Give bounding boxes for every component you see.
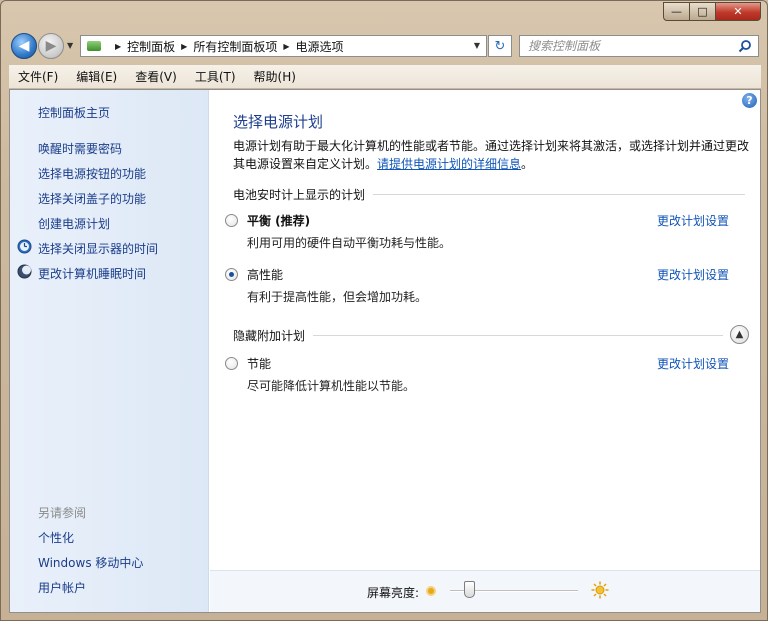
- help-icon[interactable]: ?: [742, 93, 757, 108]
- control-panel-icon: [85, 38, 103, 54]
- address-bar[interactable]: ▶ 控制面板 ▶ 所有控制面板项 ▶ 电源选项 ▼: [80, 35, 487, 57]
- sidebar-lid-close-function[interactable]: 选择关闭盖子的功能: [38, 190, 146, 207]
- plan-name[interactable]: 节能: [247, 355, 415, 372]
- change-plan-settings-link-high-performance[interactable]: 更改计划设置: [657, 266, 729, 283]
- section-hidden-title: 隐藏附加计划: [233, 329, 306, 343]
- close-button[interactable]: ✕: [716, 2, 761, 21]
- address-dropdown-icon[interactable]: ▼: [474, 41, 480, 50]
- menu-tools[interactable]: 工具(T): [186, 68, 245, 85]
- breadcrumb-chevron-icon[interactable]: ▶: [283, 42, 289, 51]
- see-also-heading: 另请参阅: [38, 506, 87, 520]
- minimize-button[interactable]: —: [663, 2, 690, 21]
- display-clock-icon: [17, 239, 32, 254]
- plan-high-performance[interactable]: 高性能 有利于提高性能，但会增加功耗。: [225, 266, 428, 305]
- plan-radio-power-saver[interactable]: [225, 357, 238, 370]
- menu-view[interactable]: 查看(V): [126, 68, 186, 85]
- recent-pages-dropdown-icon[interactable]: ▼: [67, 41, 73, 50]
- menu-file[interactable]: 文件(F): [9, 68, 67, 85]
- refresh-icon: ↻: [494, 38, 506, 54]
- brightness-slider-thumb[interactable]: [463, 581, 475, 598]
- section-battery-title: 电池安时计上显示的计划: [233, 188, 366, 202]
- sidebar-mobility-center[interactable]: Windows 移动中心: [38, 554, 143, 571]
- brightness-label: 屏幕亮度:: [367, 586, 420, 600]
- plan-description: 有利于提高性能，但会增加功耗。: [247, 290, 428, 304]
- sleep-moon-icon: [17, 264, 32, 279]
- description-end: 。: [521, 157, 534, 171]
- plan-balanced[interactable]: 平衡 (推荐) 利用可用的硬件自动平衡功耗与性能。: [225, 212, 452, 251]
- plan-description: 尽可能降低计算机性能以节能。: [247, 379, 416, 393]
- plan-details-link[interactable]: 请提供电源计划的详细信息: [377, 157, 521, 171]
- forward-arrow-icon: ▶: [45, 38, 57, 54]
- search-box[interactable]: [519, 35, 759, 57]
- navigation-bar: ◀ ▶ ▼ ▶ 控制面板 ▶ 所有控制面板项 ▶ 电源选项 ▼ ↻: [1, 31, 767, 63]
- brightness-high-icon: [591, 581, 609, 599]
- sidebar-create-power-plan[interactable]: 创建电源计划: [38, 215, 110, 232]
- change-plan-settings-link-power-saver[interactable]: 更改计划设置: [657, 355, 729, 372]
- forward-button[interactable]: ▶: [38, 33, 64, 59]
- menu-bar: 文件(F) 编辑(E) 查看(V) 工具(T) 帮助(H): [9, 65, 761, 89]
- sidebar-display-off-time[interactable]: 选择关闭显示器的时间: [38, 240, 158, 257]
- breadcrumb-chevron-icon[interactable]: ▶: [115, 42, 121, 51]
- change-plan-settings-link-balanced[interactable]: 更改计划设置: [657, 212, 729, 229]
- sidebar-wake-password[interactable]: 唤醒时需要密码: [38, 140, 122, 157]
- menu-help[interactable]: 帮助(H): [245, 68, 305, 85]
- back-button[interactable]: ◀: [11, 33, 37, 59]
- maximize-button[interactable]: □: [690, 2, 716, 21]
- content-area: 控制面板主页 唤醒时需要密码 选择电源按钮的功能 选择关闭盖子的功能 创建电源计…: [9, 89, 761, 613]
- breadcrumb-chevron-icon[interactable]: ▶: [181, 42, 187, 51]
- sidebar-personalization[interactable]: 个性化: [38, 529, 74, 546]
- menu-edit[interactable]: 编辑(E): [67, 68, 126, 85]
- sidebar-power-button-function[interactable]: 选择电源按钮的功能: [38, 165, 146, 182]
- breadcrumb-all-items[interactable]: 所有控制面板项: [193, 38, 277, 55]
- section-battery-plans: 电池安时计上显示的计划: [233, 186, 745, 203]
- sidebar-sleep-time[interactable]: 更改计算机睡眠时间: [38, 265, 146, 282]
- brightness-low-icon: [426, 586, 436, 596]
- plan-description: 利用可用的硬件自动平衡功耗与性能。: [247, 236, 452, 250]
- plan-radio-high-performance[interactable]: [225, 268, 238, 281]
- page-title: 选择电源计划: [233, 113, 324, 131]
- search-icon[interactable]: [738, 39, 752, 53]
- breadcrumb-power-options[interactable]: 电源选项: [296, 38, 344, 55]
- plan-power-saver[interactable]: 节能 尽可能降低计算机性能以节能。: [225, 355, 416, 394]
- plan-radio-balanced[interactable]: [225, 214, 238, 227]
- window-caption-buttons: — □ ✕: [663, 2, 761, 21]
- brightness-footer: 屏幕亮度:: [210, 570, 760, 612]
- task-sidebar: 控制面板主页 唤醒时需要密码 选择电源按钮的功能 选择关闭盖子的功能 创建电源计…: [10, 90, 209, 612]
- refresh-button[interactable]: ↻: [488, 35, 512, 57]
- back-arrow-icon: ◀: [18, 38, 30, 54]
- search-input[interactable]: [528, 39, 728, 53]
- section-hidden-plans: 隐藏附加计划: [233, 327, 723, 344]
- plan-name[interactable]: 高性能: [247, 266, 427, 283]
- breadcrumb-control-panel[interactable]: 控制面板: [127, 38, 175, 55]
- page-description: 电源计划有助于最大化计算机的性能或者节能。通过选择计划来将其激活，或选择计划并通…: [233, 137, 753, 173]
- sidebar-user-accounts[interactable]: 用户帐户: [38, 579, 86, 596]
- main-panel: ? 选择电源计划 电源计划有助于最大化计算机的性能或者节能。通过选择计划来将其激…: [210, 90, 760, 612]
- section-divider: [373, 194, 745, 195]
- collapse-chevron-up-icon[interactable]: ▲: [730, 325, 749, 344]
- control-panel-window: — □ ✕ ◀ ▶ ▼ ▶ 控制面板 ▶ 所有控制面板项 ▶ 电源选项 ▼ ↻: [0, 0, 768, 621]
- section-divider: [313, 335, 723, 336]
- plan-name[interactable]: 平衡 (推荐): [247, 212, 451, 229]
- sidebar-control-panel-home[interactable]: 控制面板主页: [38, 104, 110, 121]
